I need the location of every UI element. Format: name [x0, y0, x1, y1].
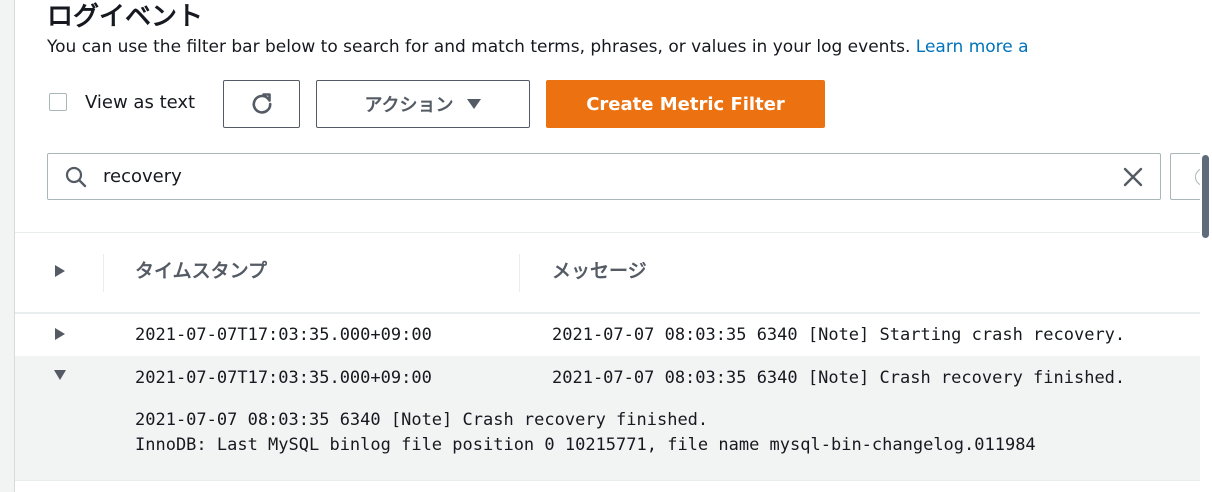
actions-label: アクション [364, 95, 454, 116]
search-icon [65, 166, 87, 188]
time-range-selector[interactable] [1170, 153, 1200, 200]
left-rail [0, 0, 15, 492]
actions-dropdown-button[interactable]: アクション [316, 80, 530, 128]
row-detail: 2021-07-07 08:03:35 6340 [Note] Crash re… [135, 408, 1036, 458]
row-detail-line: InnoDB: Last MySQL binlog file position … [135, 435, 1036, 455]
learn-more-link[interactable]: Learn more a [916, 37, 1029, 57]
create-metric-filter-button[interactable]: Create Metric Filter [546, 80, 825, 128]
row-detail-line: 2021-07-07 08:03:35 6340 [Note] Crash re… [135, 410, 709, 430]
column-separator [103, 254, 104, 292]
description-text: You can use the filter bar below to sear… [47, 37, 911, 57]
expand-row-icon[interactable] [53, 327, 67, 341]
column-header-message[interactable]: メッセージ [552, 257, 647, 285]
view-as-text-label[interactable]: View as text [85, 90, 195, 116]
page-description: You can use the filter bar below to sear… [47, 35, 1029, 59]
filter-search-box[interactable]: recovery [47, 153, 1161, 200]
caret-down-icon [466, 99, 481, 109]
refresh-icon [252, 93, 272, 114]
refresh-button[interactable] [223, 80, 300, 128]
view-as-text-checkbox[interactable] [49, 93, 67, 111]
scrollbar-thumb[interactable] [1202, 155, 1209, 238]
search-input[interactable]: recovery [103, 164, 182, 190]
expand-all-icon[interactable] [53, 264, 67, 278]
collapse-row-icon[interactable] [53, 368, 67, 382]
page-title: ログイベント [47, 2, 204, 32]
table-row-expanded[interactable]: 2021-07-07T17:03:35.000+09:00 2021-07-07… [15, 356, 1200, 480]
scrollbar-track[interactable] [1200, 0, 1212, 492]
log-events-panel: ログイベント You can use the filter bar below … [15, 0, 1200, 492]
section-divider [15, 232, 1200, 233]
close-icon[interactable] [1122, 166, 1144, 188]
column-header-timestamp[interactable]: タイムスタンプ [135, 257, 267, 285]
table-row[interactable]: 2021-07-07T17:03:35.000+09:00 2021-07-07… [15, 314, 1200, 356]
row-message: 2021-07-07 08:03:35 6340 [Note] Crash re… [552, 368, 1126, 388]
row-timestamp: 2021-07-07T17:03:35.000+09:00 [135, 368, 432, 388]
column-separator [519, 254, 520, 292]
row-message: 2021-07-07 08:03:35 6340 [Note] Starting… [552, 325, 1126, 345]
table-bottom-divider [15, 480, 1200, 481]
row-timestamp: 2021-07-07T17:03:35.000+09:00 [135, 325, 432, 345]
